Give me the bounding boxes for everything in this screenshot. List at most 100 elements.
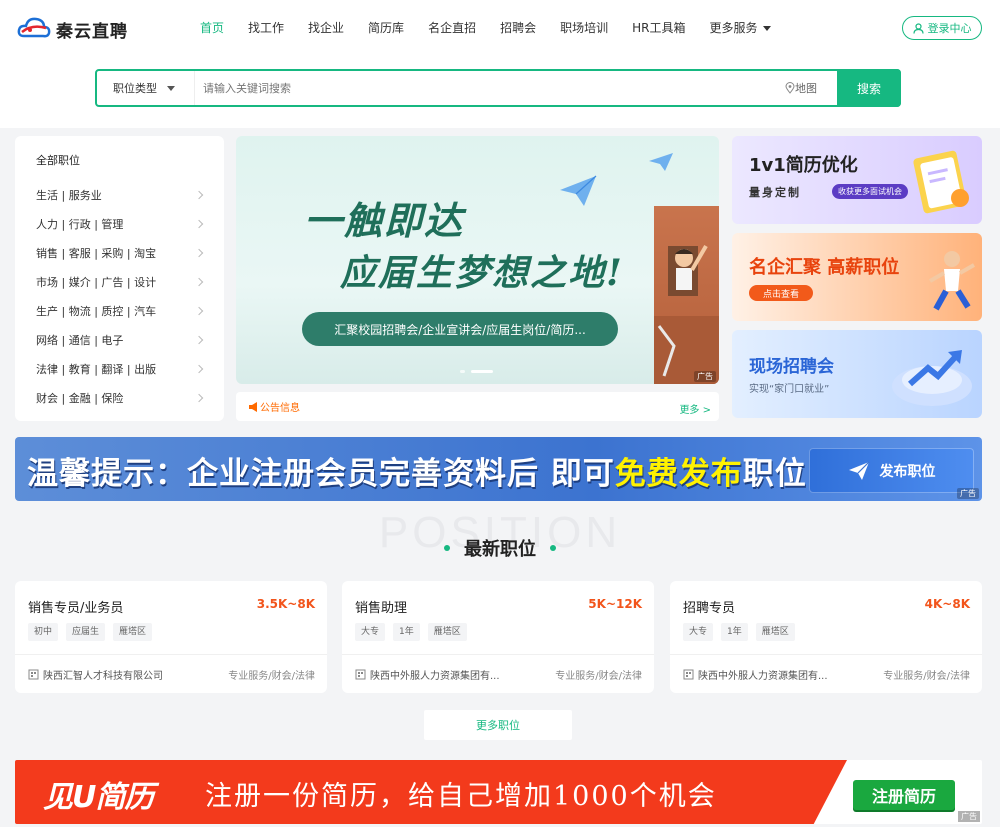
notice-label: 公告信息 [260,403,300,414]
job-tag: 雁塔区 [755,623,795,641]
category-label: 财会 | 金融 | 保险 [36,391,124,405]
job-salary: 5K~12K [588,597,642,611]
divider [342,654,654,655]
building-icon [28,669,39,680]
job-company[interactable]: 陕西汇智人才科技有限公司 [28,667,163,682]
nav-find-company[interactable]: 找企业 [308,16,344,40]
ad-resume-optimization[interactable]: 1v1简历优化 量身定制 收获更多面试机会 [732,136,982,224]
job-industry: 专业服务/财会/法律 [555,671,642,682]
cloud-logo-icon [17,17,51,38]
job-company[interactable]: 陕西中外服人力资源集团有... [683,667,828,682]
notice-more-link[interactable]: 更多 > [679,401,711,416]
category-label: 销售 | 客服 | 采购 | 淘宝 [36,246,157,260]
category-item[interactable]: 生产 | 物流 | 质控 | 汽车 [15,296,224,325]
notice-label-group: 公告信息 [248,399,300,414]
category-label: 市场 | 媒介 | 广告 | 设计 [36,275,157,289]
job-tag: 雁塔区 [113,623,153,641]
dot-icon [444,545,450,551]
chevron-right-icon [194,306,204,315]
more-jobs-button[interactable]: 更多职位 [424,710,572,740]
job-title[interactable]: 招聘专员 [683,597,735,616]
job-industry: 专业服务/财会/法律 [883,671,970,682]
nav-resume-library[interactable]: 简历库 [368,16,404,40]
job-card[interactable]: 销售助理 5K~12K 大专 1年 雁塔区 陕西中外服人力资源集团有... 专业… [342,581,654,693]
category-label: 生活 | 服务业 [36,188,102,202]
carousel-dot-active[interactable] [471,370,493,373]
register-resume-button[interactable]: 注册简历 [853,780,955,810]
hero-banner[interactable]: 一触即达 应届生梦想之地! 汇聚校园招聘会/企业宣讲会/应届生岗位/简历... … [236,136,719,384]
category-item[interactable]: 法律 | 教育 | 翻译 | 出版 [15,354,224,383]
ad-tag: 广告 [958,811,980,822]
search-button[interactable]: 搜索 [837,69,901,107]
chevron-down-icon [167,85,175,91]
building-illustration [654,206,719,384]
tip-highlight: 免费发布 [614,456,743,492]
nav-training[interactable]: 职场培训 [560,16,608,40]
search-bar: 职位类型 地图 搜索 [95,69,901,107]
job-card[interactable]: 招聘专员 4K~8K 大专 1年 雁塔区 陕西中外服人力资源集团有... 专业服… [670,581,982,693]
category-item[interactable]: 生活 | 服务业 [15,180,224,209]
category-title[interactable]: 全部职位 [15,152,224,167]
ad-tag: 广告 [957,488,979,499]
job-tag: 大专 [355,623,386,641]
nav-famous-companies[interactable]: 名企直招 [428,16,476,40]
category-label: 网络 | 通信 | 电子 [36,333,124,347]
resume-banner[interactable]: 见U简历 注册一份简历，给自己增加1000个机会 注册简历 广告 [15,760,982,824]
ad-famous-companies[interactable]: 名企汇聚 高薪职位 点击查看 [732,233,982,321]
job-salary: 4K~8K [924,597,970,611]
nav-job-fair[interactable]: 招聘会 [500,16,536,40]
job-company[interactable]: 陕西中外服人力资源集团有... [355,667,500,682]
job-tag: 1年 [721,623,748,641]
divider [15,654,327,655]
company-name: 陕西中外服人力资源集团有... [698,671,828,682]
ad-view-button[interactable]: 点击查看 [749,285,813,301]
site-logo[interactable]: 秦云直聘 [16,12,128,46]
paper-plane-icon [848,461,869,480]
job-title[interactable]: 销售专员/业务员 [28,597,123,616]
job-title[interactable]: 销售助理 [355,597,407,616]
carousel-dots[interactable] [460,370,499,373]
logo-text: 秦云直聘 [56,21,128,42]
job-type-label: 职位类型 [113,82,157,95]
tip-banner[interactable]: 温馨提示：企业注册会员完善资料后 即可免费发布职位 发布职位 广告 [15,437,982,501]
student-illustration-icon [654,244,719,384]
tip-suffix: 职位 [742,456,807,492]
carousel-dot[interactable] [460,370,465,373]
nav-hr-tools[interactable]: HR工具箱 [632,16,685,40]
chevron-right-icon [194,219,204,228]
job-tag: 大专 [683,623,714,641]
nav-home[interactable]: 首页 [200,16,224,40]
ad-job-fair[interactable]: 现场招聘会 实现“家门口就业” [732,330,982,418]
search-input[interactable] [195,71,785,105]
login-label: 登录中心 [927,22,972,35]
section-title-text: 最新职位 [464,539,536,560]
job-type-select[interactable]: 职位类型 [97,71,195,105]
company-name: 陕西汇智人才科技有限公司 [43,671,163,682]
building-icon [355,669,366,680]
chevron-right-icon [194,248,204,257]
category-item[interactable]: 网络 | 通信 | 电子 [15,325,224,354]
category-item[interactable]: 销售 | 客服 | 采购 | 淘宝 [15,238,224,267]
job-card[interactable]: 销售专员/业务员 3.5K~8K 初中 应届生 雁塔区 陕西汇智人才科技有限公司… [15,581,327,693]
nav-find-job[interactable]: 找工作 [248,16,284,40]
job-tags: 大专 1年 雁塔区 [683,623,803,641]
category-label: 人力 | 行政 | 管理 [36,217,124,231]
job-salary: 3.5K~8K [256,597,315,611]
category-item[interactable]: 财会 | 金融 | 保险 [15,383,224,412]
login-center-button[interactable]: 登录中心 [902,16,982,40]
job-tags: 大专 1年 雁塔区 [355,623,475,641]
map-link[interactable]: 地图 [785,71,837,105]
category-item[interactable]: 市场 | 媒介 | 广告 | 设计 [15,267,224,296]
megaphone-icon [249,401,257,412]
ad-title: 现场招聘会 [749,357,834,377]
main-nav: 首页 找工作 找企业 简历库 名企直招 招聘会 职场培训 HR工具箱 更多服务 [200,16,795,40]
chevron-down-icon [762,26,771,31]
tip-text: 温馨提示：企业注册会员完善资料后 即可免费发布职位 [27,448,807,493]
category-item[interactable]: 人力 | 行政 | 管理 [15,209,224,238]
post-job-button[interactable]: 发布职位 [809,448,974,493]
nav-more-services[interactable]: 更多服务 [709,16,771,40]
resume-banner-logo: 见U简历 [43,780,154,815]
resume-banner-text: 注册一份简历，给自己增加1000个机会 [205,781,717,812]
ad-subtitle: 量身定制 [749,186,801,199]
job-tag: 初中 [28,623,59,641]
